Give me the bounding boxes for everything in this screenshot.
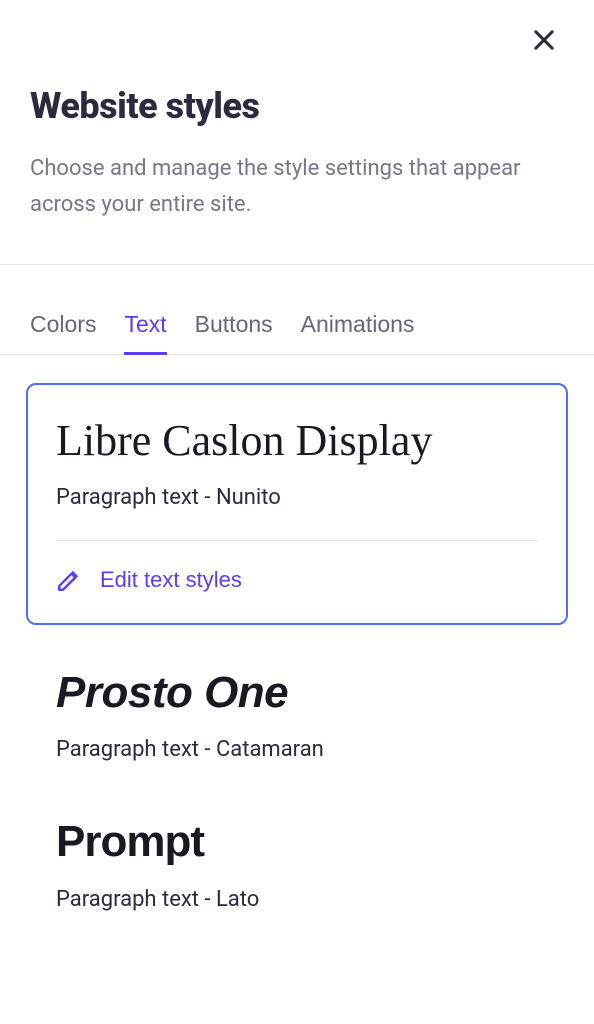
- paragraph-font-label: Paragraph text - Nunito: [56, 485, 538, 510]
- website-styles-panel: Website styles Choose and manage the sty…: [0, 0, 594, 1024]
- tab-buttons[interactable]: Buttons: [195, 311, 273, 355]
- text-style-card-libre-caslon[interactable]: Libre Caslon Display Paragraph text - Nu…: [26, 383, 568, 625]
- display-font-name: Prompt: [56, 818, 538, 866]
- close-icon: [530, 26, 558, 54]
- page-title: Website styles: [30, 85, 564, 127]
- edit-text-styles-button[interactable]: Edit text styles: [56, 563, 242, 597]
- style-tabs: Colors Text Buttons Animations: [0, 265, 594, 355]
- card-divider: [56, 540, 538, 541]
- tab-text[interactable]: Text: [124, 311, 166, 355]
- text-style-list: Libre Caslon Display Paragraph text - Nu…: [0, 355, 594, 924]
- tab-colors[interactable]: Colors: [30, 311, 96, 355]
- display-font-name: Prosto One: [56, 669, 538, 717]
- text-style-card-prosto-one[interactable]: Prosto One Paragraph text - Catamaran: [26, 649, 568, 774]
- paragraph-font-label: Paragraph text - Lato: [56, 887, 538, 912]
- pencil-icon: [56, 567, 82, 593]
- tab-animations[interactable]: Animations: [301, 311, 415, 355]
- paragraph-font-label: Paragraph text - Catamaran: [56, 737, 538, 762]
- edit-text-styles-label: Edit text styles: [100, 567, 242, 593]
- display-font-name: Libre Caslon Display: [56, 417, 538, 465]
- page-subtitle: Choose and manage the style settings tha…: [30, 151, 564, 224]
- panel-header: Website styles Choose and manage the sty…: [0, 0, 594, 264]
- text-style-card-prompt[interactable]: Prompt Paragraph text - Lato: [26, 798, 568, 923]
- close-button[interactable]: [526, 22, 562, 58]
